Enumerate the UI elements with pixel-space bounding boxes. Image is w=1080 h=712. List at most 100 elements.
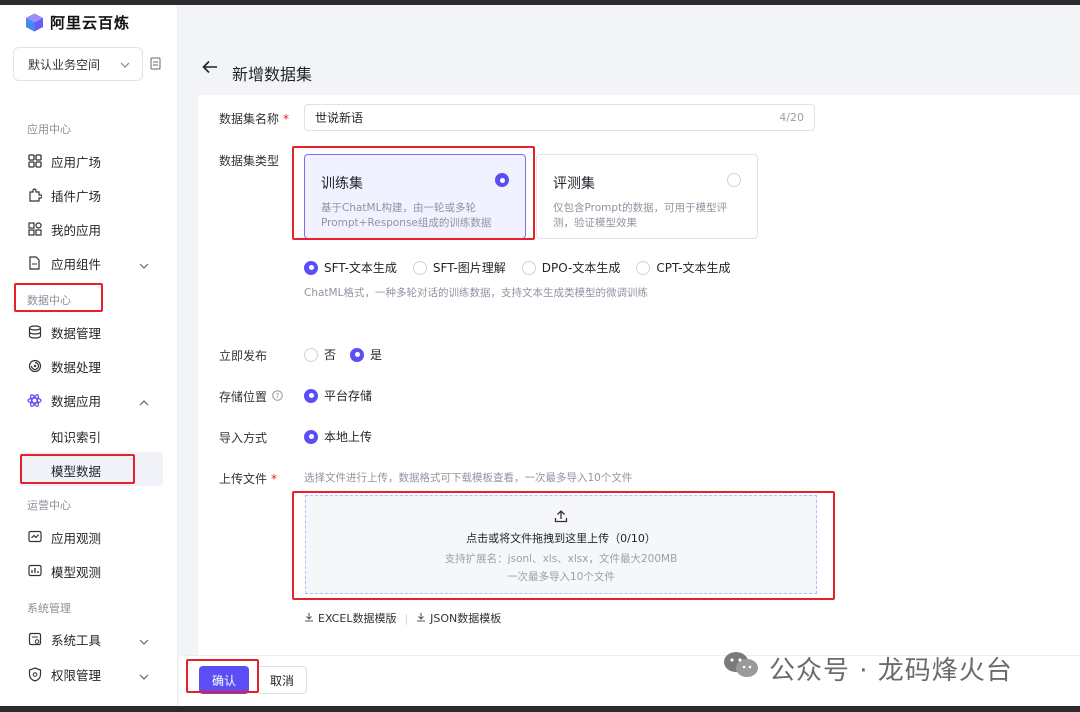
radio-selected[interactable]: [304, 429, 318, 444]
section-ops-center: 运营中心: [27, 499, 71, 512]
publish-label: 立即发布: [219, 349, 268, 363]
sidebar-item-app-plaza[interactable]: 应用广场: [27, 150, 155, 172]
publish-radio-group: 否 是: [304, 346, 382, 363]
label-text: 上传文件: [219, 472, 268, 486]
highlight-confirm: [186, 659, 259, 693]
radio-unselected[interactable]: [412, 260, 427, 275]
label-text: 数据集名称: [219, 112, 280, 126]
option-label: CPT-文本生成: [656, 261, 731, 275]
radio-unselected[interactable]: [304, 347, 318, 362]
char-counter: 4/20: [779, 111, 804, 124]
dataset-type-label: 数据集类型: [219, 154, 280, 168]
radio-unselected[interactable]: [636, 260, 651, 275]
link-divider: |: [404, 611, 409, 625]
sidebar-item-plugin-plaza[interactable]: 插件广场: [27, 184, 155, 206]
import-radio-group: 本地上传: [304, 428, 372, 445]
database-icon: [27, 325, 42, 340]
dataset-name-value: 世说新语: [315, 111, 364, 125]
radio-unselected[interactable]: [727, 173, 741, 187]
type-card-desc: 仅包含Prompt的数据，可用于模型评测，验证模型效果: [553, 202, 728, 229]
sidebar-item-label: 数据管理: [51, 325, 102, 341]
wechat-icon: [723, 650, 759, 687]
radio-unselected[interactable]: [521, 260, 536, 275]
option-label: SFT-图片理解: [432, 261, 506, 275]
link-label: EXCEL数据模版: [318, 612, 397, 625]
required-mark: *: [283, 112, 290, 126]
subtype-option[interactable]: SFT-文本生成: [304, 259, 397, 276]
document-icon[interactable]: [150, 57, 161, 70]
storage-label: 存储位置 ?: [219, 388, 283, 405]
option-label: 本地上传: [324, 430, 373, 444]
sidebar-item-label: 系统工具: [51, 632, 102, 648]
radio-selected[interactable]: [350, 347, 365, 362]
download-icon: [304, 612, 314, 625]
highlight-data-center: [14, 283, 103, 312]
sidebar-item-model-observe[interactable]: 模型观测: [27, 560, 155, 582]
sidebar-item-label: 插件广场: [51, 188, 102, 204]
chart-monitor-icon: [27, 564, 42, 579]
publish-option-no[interactable]: 否: [304, 346, 336, 363]
app-logo[interactable]: 阿里云百炼: [25, 12, 130, 33]
sidebar-item-system-tools[interactable]: 系统工具: [27, 628, 155, 650]
apps-icon: [27, 222, 42, 237]
required-mark: *: [271, 472, 278, 486]
workspace-select[interactable]: 默认业务空间: [13, 47, 143, 81]
sidebar-item-my-apps[interactable]: 我的应用: [27, 218, 155, 240]
type-card-title: 评测集: [553, 176, 595, 192]
grid-icon: [27, 154, 42, 169]
app-name: 阿里云百炼: [50, 14, 131, 32]
label-text: 存储位置: [219, 390, 268, 404]
publish-option-yes[interactable]: 是: [350, 346, 382, 363]
sidebar-item-data-processing[interactable]: 数据处理: [27, 355, 155, 377]
download-icon: [416, 612, 426, 625]
sidebar-item-data-management[interactable]: 数据管理: [27, 321, 155, 343]
help-icon[interactable]: ?: [272, 389, 283, 404]
option-label: SFT-文本生成: [324, 261, 397, 275]
sidebar-item-app-observe[interactable]: 应用观测: [27, 526, 155, 548]
chevron-up-icon: [139, 394, 149, 409]
watermark: 公众号 · 龙码烽火台: [723, 650, 1013, 687]
cancel-button[interactable]: 取消: [257, 666, 307, 694]
option-label: DPO-文本生成: [541, 261, 621, 275]
upload-label: 上传文件 *: [219, 470, 277, 487]
chevron-down-icon: [139, 633, 149, 648]
sidebar-item-knowledge-index[interactable]: 知识索引: [51, 427, 101, 446]
window-bottom-bar: [0, 706, 1080, 712]
subtype-option[interactable]: DPO-文本生成: [521, 259, 621, 276]
sidebar-item-permission-mgmt[interactable]: 权限管理: [27, 663, 155, 685]
highlight-train-card: [292, 146, 535, 240]
tools-icon: [27, 632, 42, 647]
plugin-icon: [27, 188, 42, 203]
json-template-link[interactable]: JSON数据模板: [416, 610, 501, 626]
highlight-upload: [292, 491, 835, 600]
subtype-option[interactable]: CPT-文本生成: [636, 259, 731, 276]
sidebar-item-app-components[interactable]: 应用组件: [27, 252, 155, 274]
sidebar-item-data-application[interactable]: 数据应用: [27, 389, 155, 411]
option-label: 平台存储: [324, 389, 373, 403]
sidebar-item-label: 应用广场: [51, 154, 102, 170]
bailian-logo-icon: [25, 13, 44, 32]
sidebar-item-label: 模型观测: [51, 564, 102, 580]
sidebar-item-label: 我的应用: [51, 222, 102, 238]
back-arrow-icon[interactable]: [202, 60, 218, 77]
section-app-center: 应用中心: [27, 123, 71, 136]
import-option[interactable]: 本地上传: [304, 428, 372, 445]
option-label: 否: [324, 348, 337, 362]
monitor-icon: [27, 530, 42, 545]
excel-template-link[interactable]: EXCEL数据模版: [304, 610, 396, 626]
type-card-eval[interactable]: 评测集 仅包含Prompt的数据，可用于模型评测，验证模型效果: [536, 154, 758, 239]
watermark-text: 公众号 · 龙码烽火台: [769, 656, 1013, 686]
import-label: 导入方式: [219, 431, 268, 445]
radio-selected[interactable]: [304, 388, 318, 403]
radio-selected[interactable]: [304, 260, 318, 275]
storage-option[interactable]: 平台存储: [304, 387, 372, 404]
sidebar-item-label: 应用组件: [51, 256, 102, 272]
upload-hint: 选择文件进行上传，数据格式可下载模板查看，一次最多导入10个文件: [304, 472, 633, 484]
sidebar-item-label: 权限管理: [51, 667, 102, 683]
sidebar-item-label: 数据应用: [51, 393, 102, 409]
subtype-radio-group: SFT-文本生成 SFT-图片理解 DPO-文本生成 CPT-文本生成: [304, 259, 731, 276]
processing-icon: [27, 359, 42, 374]
dataset-name-input[interactable]: 世说新语 4/20: [304, 104, 815, 131]
option-label: 是: [370, 348, 383, 362]
subtype-option[interactable]: SFT-图片理解: [412, 259, 506, 276]
